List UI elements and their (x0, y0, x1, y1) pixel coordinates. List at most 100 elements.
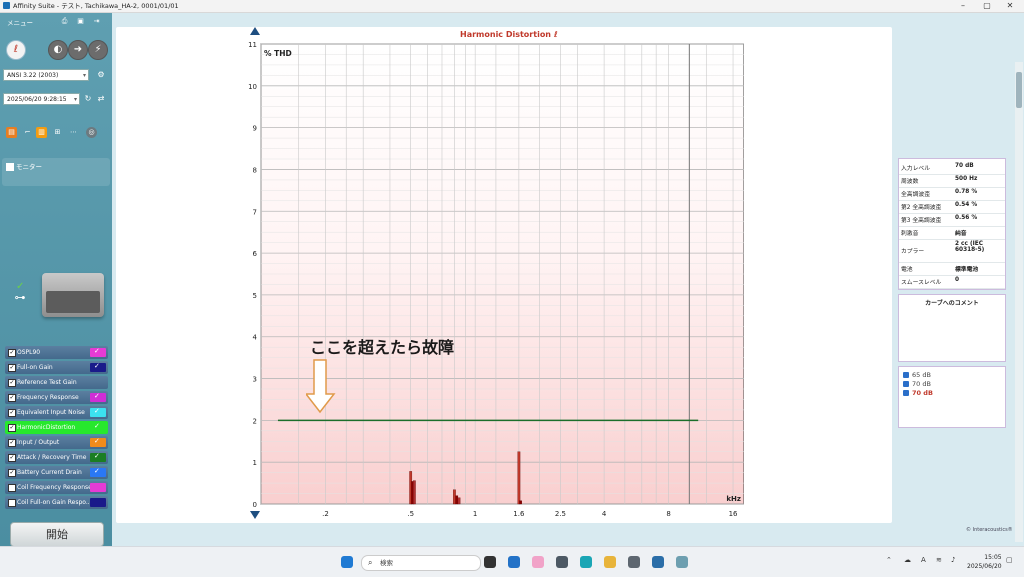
app-icon-2[interactable] (628, 556, 640, 568)
camera-icon[interactable] (556, 556, 568, 568)
test-item[interactable]: ✓ Full-on Gain ✓ (5, 361, 108, 374)
check-icon: ✓ (94, 392, 100, 400)
scale-icon[interactable]: ⋯ (68, 127, 79, 138)
exit-icon[interactable]: ⇥ (92, 17, 101, 25)
y-tick-label: 11 (248, 41, 257, 49)
y-axis-label: % THD (264, 49, 292, 58)
compare-icon[interactable]: ⇄ (96, 94, 106, 104)
check-icon: ✓ (94, 467, 100, 475)
y-tick-label: 9 (253, 125, 257, 133)
mail-icon[interactable] (508, 556, 520, 568)
color-swatch: ✓ (90, 452, 106, 462)
volume-icon[interactable]: ♪ (951, 556, 955, 564)
harmonic-distortion-chart: 0 1 2 3 4 5 6 7 8 9 10 11 .2 .5 1 1.6 2.5 4 8 16 % THD kHz (248, 41, 744, 516)
test-item[interactable]: ✓ Frequency Response ✓ (5, 391, 108, 404)
app-icon-3[interactable] (652, 556, 664, 568)
test-item[interactable]: ✓ Equivalent Input Noise ✓ (5, 406, 108, 419)
view-mode-icon[interactable]: ▤ (6, 127, 17, 138)
checkbox[interactable]: ✓ (8, 364, 16, 372)
test-item[interactable]: ✓ Input / Output ✓ (5, 436, 108, 449)
taskbar: ⌕ 検索 ⌃ ☁ A ≋ ♪ 15:05 2025/06/20 ▢ (0, 546, 1024, 577)
test-item[interactable]: Coil Frequency Response (5, 481, 108, 494)
edge-icon[interactable] (580, 556, 592, 568)
test-label: Equivalent Input Noise (17, 409, 85, 416)
y-tick-label: 3 (253, 376, 257, 384)
cursor-icon[interactable]: ⌐ (22, 127, 33, 138)
wifi-icon[interactable]: ≋ (936, 556, 942, 564)
datetime-select[interactable]: 2025/06/20 9:28:15 ▾ (3, 93, 80, 105)
print-icon[interactable]: ⎙ (60, 17, 69, 25)
standard-select-value: ANSI 3.22 (2003) (7, 72, 59, 79)
globe-icon[interactable]: ◎ (86, 127, 97, 138)
checkbox[interactable]: ✓ (8, 454, 16, 462)
checkbox[interactable]: ✓ (8, 379, 16, 387)
close-button[interactable]: ✕ (999, 0, 1021, 12)
affinity-taskbar-icon[interactable] (676, 556, 688, 568)
test-label: Reference Test Gain (17, 379, 77, 386)
tray-chevron-icon[interactable]: ⌃ (886, 556, 892, 564)
monitor-panel: モニター (2, 158, 110, 186)
test-item[interactable]: ✓ Reference Test Gain (5, 376, 108, 389)
checkbox[interactable]: ✓ (8, 409, 16, 417)
test-item[interactable]: ✓ Battery Current Drain ✓ (5, 466, 108, 479)
checkbox[interactable] (8, 484, 16, 492)
info-key: 第2 全高調波歪 (901, 205, 942, 211)
color-swatch: ✓ (90, 362, 106, 372)
test-item[interactable]: ✓ HarmonicDistortion ✓ (5, 421, 108, 434)
data-bar (455, 495, 459, 505)
test-item[interactable]: Coil Full-on Gain Respo... (5, 496, 108, 509)
windows-start-icon[interactable] (341, 556, 353, 568)
legend-item-65db[interactable]: 65 dB (903, 371, 931, 379)
arrow-button[interactable]: ➜ (68, 40, 88, 60)
test-label: Coil Frequency Response (17, 484, 92, 491)
info-value: 0.56 % (955, 215, 978, 221)
taskbar-search[interactable]: ⌕ 検索 (361, 555, 481, 571)
grid-icon[interactable]: ⊞ (52, 127, 63, 138)
standard-select[interactable]: ANSI 3.22 (2003) ▾ (3, 69, 89, 81)
reference-button[interactable]: ◐ (48, 40, 68, 60)
y-tick-label: 0 (253, 501, 257, 509)
scroll-up-arrow-icon[interactable] (250, 27, 260, 35)
checkbox[interactable]: ✓ (8, 394, 16, 402)
save-icon[interactable]: ▣ (76, 17, 85, 25)
test-label: OSPL90 (17, 349, 41, 356)
checkbox[interactable]: ✓ (8, 469, 16, 477)
test-item[interactable]: ✓ OSPL90 ✓ (5, 346, 108, 359)
power-button[interactable]: ⚡ (88, 40, 108, 60)
checkbox[interactable] (8, 499, 16, 507)
datetime-select-value: 2025/06/20 9:28:15 (7, 96, 67, 103)
menu-button[interactable]: メニュー (7, 17, 33, 27)
music-icon[interactable] (532, 556, 544, 568)
ime-icon[interactable]: A (921, 556, 926, 564)
settings-icon[interactable]: ⚙ (96, 70, 106, 80)
maximize-button[interactable]: ▢ (976, 0, 998, 12)
folder-icon[interactable] (604, 556, 616, 568)
notification-icon[interactable]: ▢ (1006, 556, 1013, 564)
check-icon: ✓ (94, 362, 100, 370)
curve-comment-box[interactable]: カーブへのコメント (898, 294, 1006, 362)
checkbox[interactable]: ✓ (8, 424, 16, 432)
test-item[interactable]: ✓ Attack / Recovery Time ✓ (5, 451, 108, 464)
minimize-button[interactable]: – (952, 0, 974, 12)
check-icon: ✓ (94, 407, 100, 415)
y-tick-label: 7 (253, 208, 257, 216)
start-button[interactable]: 開始 (10, 522, 104, 547)
cloud-icon[interactable]: ☁ (904, 556, 911, 564)
brand-label: © Interacoustics® (966, 527, 1013, 533)
info-row: 全高調波歪 0.78 % (899, 187, 1005, 201)
legend-item-70db-a[interactable]: 70 dB (903, 380, 931, 388)
checkbox[interactable]: ✓ (8, 349, 16, 357)
task-view-icon[interactable] (484, 556, 496, 568)
scrollbar-thumb[interactable] (1016, 72, 1022, 108)
ear-button[interactable]: ℓ (6, 40, 26, 60)
legend-item-70db-b[interactable]: 70 dB (903, 389, 933, 397)
monitor-checkbox[interactable] (6, 163, 14, 171)
clock[interactable]: 15:05 2025/06/20 (967, 553, 1002, 571)
info-key: 入力レベル (901, 166, 930, 172)
right-scrollbar[interactable] (1015, 62, 1023, 542)
test-label: HarmonicDistortion (17, 424, 76, 431)
checkbox[interactable]: ✓ (8, 439, 16, 447)
info-row: 周波数 500 Hz (899, 174, 1005, 188)
refresh-icon[interactable]: ↻ (83, 94, 93, 104)
bar-view-icon[interactable]: ▥ (36, 127, 47, 138)
